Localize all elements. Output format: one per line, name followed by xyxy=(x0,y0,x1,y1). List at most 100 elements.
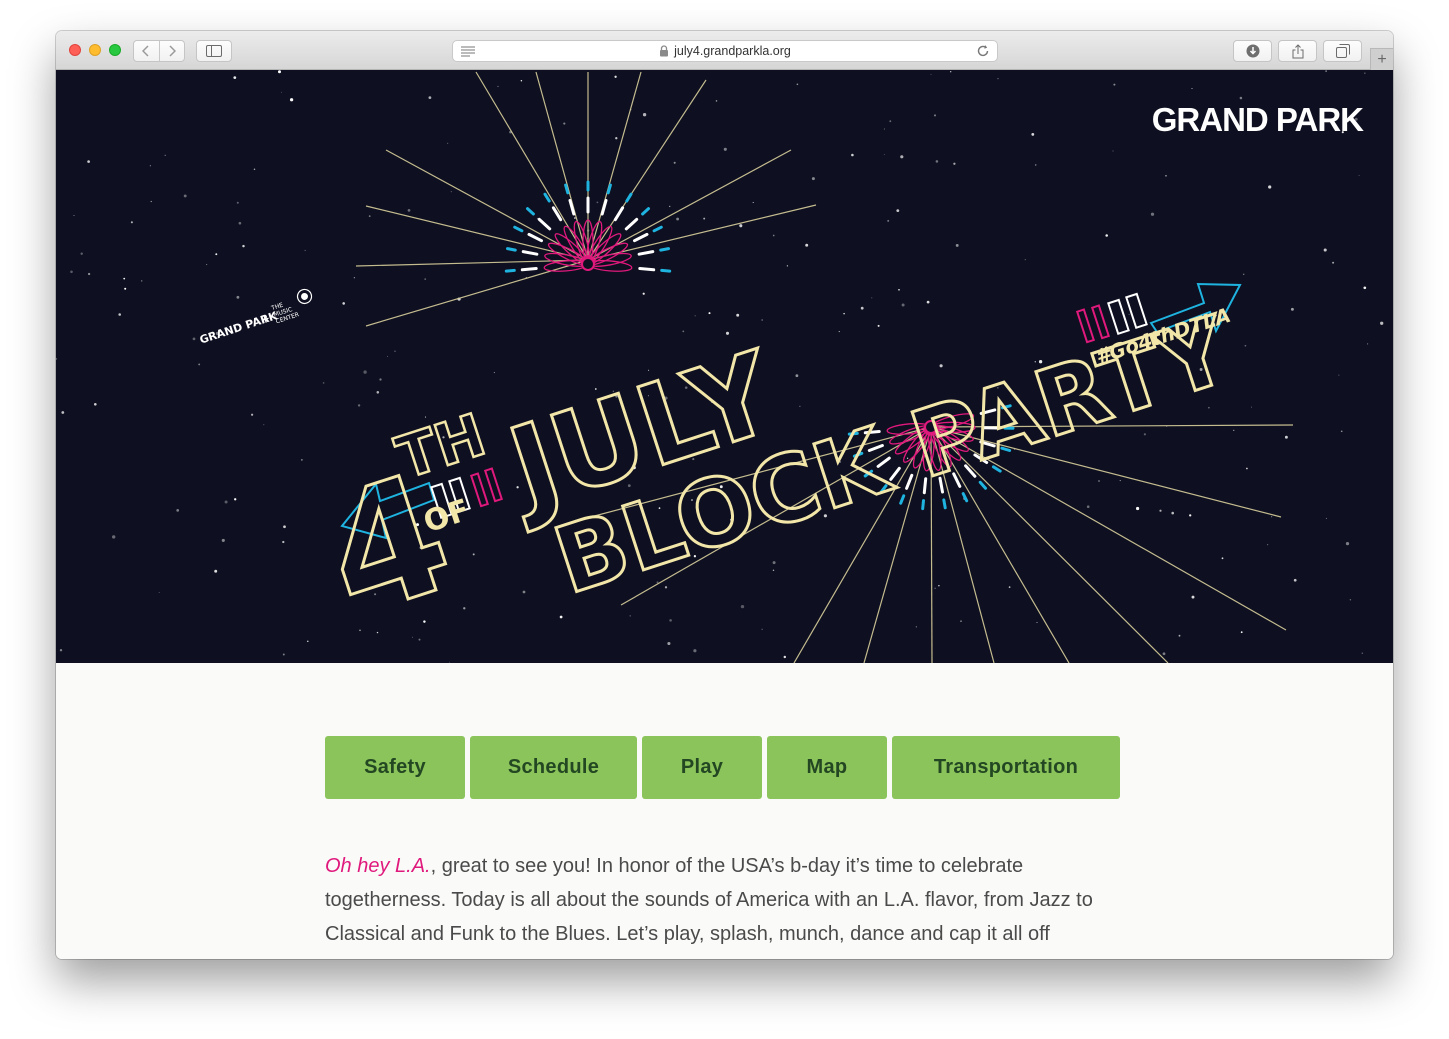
star xyxy=(70,270,73,274)
star xyxy=(783,655,787,659)
address-bar[interactable]: july4.grandparkla.org xyxy=(452,40,998,62)
star xyxy=(772,561,776,565)
star xyxy=(805,243,809,247)
star xyxy=(901,303,905,307)
reader-view-icon[interactable] xyxy=(461,45,475,60)
firework-dash-accent xyxy=(652,225,663,233)
main-content: Safety Schedule Play Map Transportation … xyxy=(56,663,1393,959)
tab-safety[interactable]: Safety xyxy=(325,736,465,799)
star xyxy=(939,364,943,368)
star xyxy=(950,71,952,73)
star xyxy=(838,331,840,333)
firework-core xyxy=(581,257,595,271)
star xyxy=(1240,631,1243,634)
star xyxy=(150,200,152,203)
share-button[interactable] xyxy=(1278,40,1317,62)
star xyxy=(418,638,421,641)
star xyxy=(493,372,495,374)
tab-map[interactable]: Map xyxy=(767,736,887,799)
star xyxy=(752,201,754,204)
star xyxy=(224,500,228,504)
star xyxy=(761,319,763,321)
star xyxy=(149,165,151,167)
downloads-button[interactable] xyxy=(1233,40,1272,62)
tab-schedule[interactable]: Schedule xyxy=(470,736,637,799)
star xyxy=(739,224,743,228)
star xyxy=(723,147,727,151)
star xyxy=(1221,557,1224,560)
star xyxy=(1323,248,1327,252)
star xyxy=(363,370,367,374)
star xyxy=(851,153,854,157)
star xyxy=(1086,505,1090,509)
star xyxy=(772,569,775,572)
firework-dash-accent xyxy=(513,225,524,233)
star xyxy=(1284,435,1288,439)
star xyxy=(520,80,523,82)
star xyxy=(1008,586,1011,588)
star xyxy=(1345,541,1350,546)
star xyxy=(664,586,668,589)
star xyxy=(192,337,196,341)
firework-dash-accent xyxy=(641,207,650,216)
firework-dash xyxy=(551,206,563,222)
star xyxy=(811,177,815,181)
star xyxy=(1119,480,1121,482)
reload-icon[interactable] xyxy=(976,44,990,61)
star xyxy=(673,161,676,164)
star xyxy=(1165,174,1167,177)
star xyxy=(112,535,116,539)
chevron-right-icon xyxy=(169,45,176,57)
history-nav-group xyxy=(133,40,185,62)
star xyxy=(563,122,566,125)
tab-transportation[interactable]: Transportation xyxy=(892,736,1120,799)
star xyxy=(935,160,939,163)
sidebar-toggle-button[interactable] xyxy=(196,40,232,62)
music-center-icon-core xyxy=(301,292,309,300)
star xyxy=(87,272,91,276)
star xyxy=(379,378,382,381)
star xyxy=(242,244,245,248)
close-window-button[interactable] xyxy=(69,44,81,56)
firework-dash xyxy=(637,250,655,256)
firework-dash xyxy=(633,232,649,243)
star xyxy=(642,113,647,117)
star xyxy=(263,424,265,426)
star xyxy=(93,402,97,406)
firework-dash-accent xyxy=(961,492,969,503)
star xyxy=(1024,259,1026,261)
star xyxy=(1364,72,1366,74)
intro-paragraph: Oh hey L.A., great to see you! In honor … xyxy=(325,849,1115,951)
back-button[interactable] xyxy=(134,41,159,61)
star xyxy=(736,313,740,317)
star xyxy=(1325,70,1327,72)
star xyxy=(799,405,801,407)
tab-play[interactable]: Play xyxy=(642,736,762,799)
star xyxy=(368,215,371,217)
star xyxy=(930,74,932,76)
hero-artwork: 4 TH JULY OF BLOCK PARTY #Go4thDTLA GRAN… xyxy=(56,70,1384,663)
browser-toolbar: july4.grandparkla.org + xyxy=(56,31,1393,71)
star xyxy=(1162,652,1166,656)
star xyxy=(1250,406,1253,408)
tab-overview-button[interactable] xyxy=(1323,40,1362,62)
minimize-window-button[interactable] xyxy=(89,44,101,56)
star xyxy=(322,382,325,384)
chevron-left-icon xyxy=(142,45,149,57)
star xyxy=(953,162,956,165)
star xyxy=(676,217,680,221)
star xyxy=(1159,509,1162,512)
lock-icon xyxy=(660,45,669,57)
forward-button[interactable] xyxy=(158,41,185,61)
star xyxy=(860,306,864,310)
star xyxy=(997,78,999,80)
new-tab-button[interactable]: + xyxy=(1370,48,1393,71)
star xyxy=(877,324,880,327)
maximize-window-button[interactable] xyxy=(109,44,121,56)
firework-dash-accent xyxy=(506,247,517,252)
intro-greeting: Oh hey L.A. xyxy=(325,855,431,877)
url-text: july4.grandparkla.org xyxy=(674,44,791,58)
firework-dash xyxy=(520,267,538,272)
star xyxy=(1189,514,1192,517)
firework-dash xyxy=(568,199,576,216)
